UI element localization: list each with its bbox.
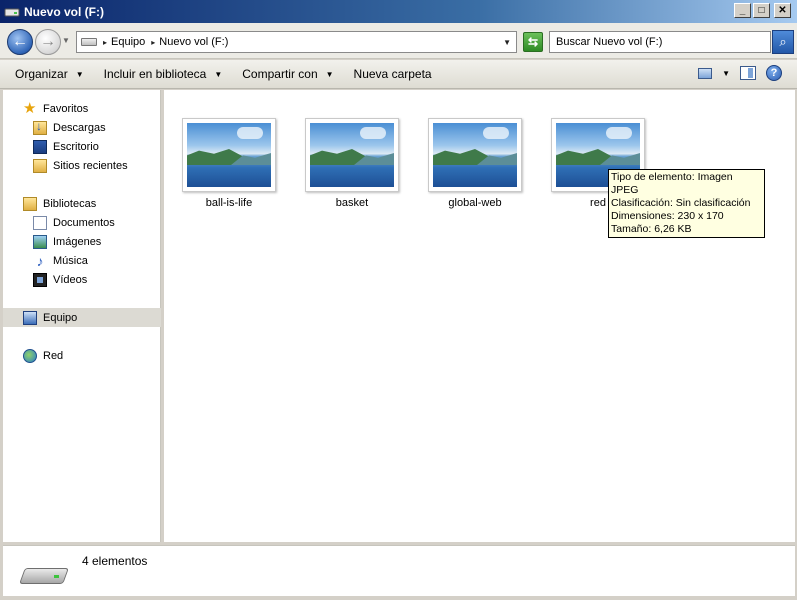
- sidebar-item-descargas[interactable]: Descargas: [3, 118, 161, 137]
- recent-places-icon: [33, 158, 47, 173]
- tooltip-line: Tipo de elemento: Imagen JPEG: [611, 171, 733, 196]
- navigation-pane: ★ Favoritos Descargas Escritorio Sitios …: [3, 90, 161, 542]
- sidebar-item-label: Bibliotecas: [43, 197, 97, 210]
- sidebar-item-equipo[interactable]: Equipo: [3, 308, 161, 327]
- downloads-icon: [33, 119, 47, 135]
- include-library-menu[interactable]: Incluir en biblioteca ▼: [104, 67, 223, 81]
- tooltip-line: Clasificación: Sin clasificación: [611, 197, 751, 209]
- search-input[interactable]: Buscar Nuevo vol (F:): [549, 31, 771, 53]
- minimize-button[interactable]: _: [734, 3, 751, 18]
- address-row: ← → ▼ ▸ Equipo ▸ Nuevo vol (F:) ▼ ⇆ Busc…: [0, 23, 797, 59]
- sidebar-item-favoritos[interactable]: ★ Favoritos: [3, 99, 161, 118]
- file-name: ball-is-life: [205, 197, 253, 209]
- address-bar[interactable]: ▸ Equipo ▸ Nuevo vol (F:) ▼: [76, 31, 517, 53]
- documents-icon: [33, 215, 47, 230]
- include-label: Incluir en biblioteca: [103, 67, 207, 81]
- recent-pages-dropdown[interactable]: ▼: [62, 36, 70, 45]
- search-button[interactable]: ⌕: [772, 30, 794, 54]
- sidebar-item-label: Sitios recientes: [53, 159, 128, 172]
- videos-icon: [33, 272, 47, 287]
- sidebar-item-label: Música: [53, 254, 88, 267]
- chevron-down-icon: ▼: [75, 69, 84, 79]
- item-count: 4 elementos: [82, 554, 148, 568]
- share-label: Compartir con: [242, 67, 318, 81]
- sidebar-item-label: Equipo: [43, 311, 78, 324]
- title-bar: Nuevo vol (F:) _ □ ✕: [0, 0, 797, 23]
- sidebar-item-sitios-recientes[interactable]: Sitios recientes: [3, 156, 161, 175]
- sidebar-item-videos[interactable]: Vídeos: [3, 270, 161, 289]
- sidebar-item-red[interactable]: Red: [3, 346, 161, 365]
- close-button[interactable]: ✕: [774, 3, 791, 18]
- organize-label: Organizar: [15, 67, 68, 81]
- sidebar-item-label: Vídeos: [53, 273, 88, 286]
- file-list[interactable]: ball-is-life basket global-web red: [164, 90, 795, 542]
- share-menu[interactable]: Compartir con ▼: [242, 67, 333, 81]
- maximize-button[interactable]: □: [753, 3, 770, 18]
- arrow-left-icon: ←: [12, 33, 28, 50]
- computer-icon: [23, 310, 37, 325]
- image-thumbnail: [428, 118, 522, 192]
- drive-icon: [19, 560, 69, 586]
- new-folder-label: Nueva carpeta: [353, 67, 432, 81]
- back-button[interactable]: ←: [7, 29, 33, 55]
- sidebar-item-escritorio[interactable]: Escritorio: [3, 137, 161, 156]
- window-controls: _ □ ✕: [734, 3, 791, 18]
- image-thumbnail: [182, 118, 276, 192]
- file-info-tooltip: Tipo de elemento: Imagen JPEG Clasificac…: [608, 169, 765, 238]
- arrow-right-icon: →: [40, 33, 56, 50]
- sidebar-item-imagenes[interactable]: Imágenes: [3, 232, 161, 251]
- sidebar-item-label: Favoritos: [43, 102, 89, 115]
- details-pane: 4 elementos: [3, 545, 795, 596]
- address-dropdown[interactable]: ▼: [503, 38, 511, 47]
- sidebar-item-label: Descargas: [53, 121, 106, 134]
- file-item[interactable]: ball-is-life: [179, 118, 279, 209]
- file-item[interactable]: global-web: [425, 118, 525, 209]
- view-options-dropdown[interactable]: ▼: [722, 69, 730, 78]
- drive-icon: [81, 38, 97, 46]
- tooltip-line: Dimensiones: 230 x 170: [611, 210, 724, 222]
- sidebar-item-label: Red: [43, 349, 64, 362]
- tooltip-line: Tamaño: 6,26 KB: [611, 223, 692, 235]
- pictures-icon: [33, 234, 47, 249]
- sidebar-item-bibliotecas[interactable]: Bibliotecas: [3, 194, 161, 213]
- chevron-right-icon[interactable]: ▸: [151, 38, 155, 47]
- chevron-right-icon[interactable]: ▸: [103, 38, 107, 47]
- chevron-down-icon: ▼: [325, 69, 334, 79]
- chevron-down-icon: ▼: [214, 69, 223, 79]
- network-icon: [23, 348, 37, 363]
- file-name: basket: [335, 197, 369, 209]
- organize-menu[interactable]: Organizar ▼: [15, 67, 84, 81]
- sidebar-item-label: Escritorio: [53, 140, 99, 153]
- sidebar-item-label: Documentos: [53, 216, 115, 229]
- sidebar-item-label: Imágenes: [53, 235, 102, 248]
- new-folder-button[interactable]: Nueva carpeta: [354, 67, 432, 81]
- help-icon[interactable]: ?: [766, 65, 782, 81]
- refresh-button[interactable]: ⇆: [523, 32, 543, 52]
- refresh-icon: ⇆: [527, 35, 539, 49]
- search-icon: ⌕: [779, 34, 787, 49]
- breadcrumb-equipo[interactable]: Equipo: [111, 36, 145, 48]
- music-icon: ♪: [36, 252, 44, 269]
- desktop-icon: [33, 139, 47, 154]
- breadcrumb-drive[interactable]: Nuevo vol (F:): [159, 36, 228, 48]
- sidebar-item-musica[interactable]: ♪ Música: [3, 251, 161, 270]
- file-item[interactable]: basket: [302, 118, 402, 209]
- libraries-icon: [23, 196, 37, 211]
- file-name: global-web: [448, 197, 502, 209]
- window-title: Nuevo vol (F:): [24, 4, 104, 19]
- command-bar: Organizar ▼ Incluir en biblioteca ▼ Compar…: [0, 60, 797, 89]
- drive-icon: [4, 6, 20, 18]
- forward-button[interactable]: →: [35, 29, 61, 55]
- preview-pane-icon[interactable]: [740, 66, 756, 80]
- sidebar-item-documentos[interactable]: Documentos: [3, 213, 161, 232]
- change-view-icon[interactable]: [698, 67, 713, 79]
- star-icon: ★: [23, 99, 37, 117]
- image-thumbnail: [305, 118, 399, 192]
